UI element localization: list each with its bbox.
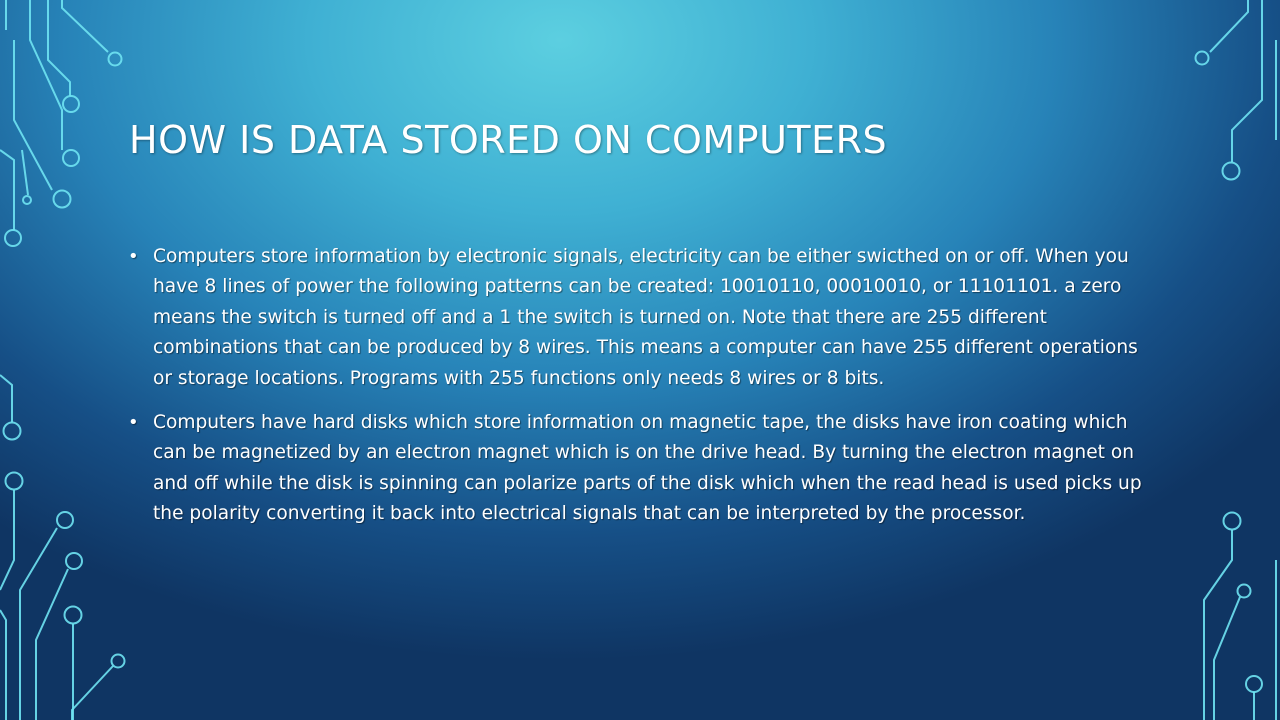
circuit-bottom-right bbox=[1203, 511, 1277, 720]
slide-title: HOW IS DATA STORED ON COMPUTERS bbox=[129, 118, 888, 162]
bullet-text: Computers have hard disks which store in… bbox=[153, 412, 1142, 525]
circuit-bottom-left bbox=[0, 374, 126, 720]
circuit-top-right bbox=[1194, 0, 1277, 181]
bullet-point-icon: • bbox=[128, 246, 139, 267]
list-item: • Computers have hard disks which store … bbox=[128, 408, 1158, 530]
bullet-point-icon: • bbox=[128, 412, 139, 434]
slide: HOW IS DATA STORED ON COMPUTERS • Comput… bbox=[0, 0, 1280, 720]
list-item: • Computers store information by electro… bbox=[128, 242, 1158, 394]
circuit-top-left bbox=[0, 0, 123, 247]
bullet-list: • Computers store information by electro… bbox=[128, 242, 1158, 544]
bullet-text: Computers store information by electroni… bbox=[153, 246, 1138, 389]
